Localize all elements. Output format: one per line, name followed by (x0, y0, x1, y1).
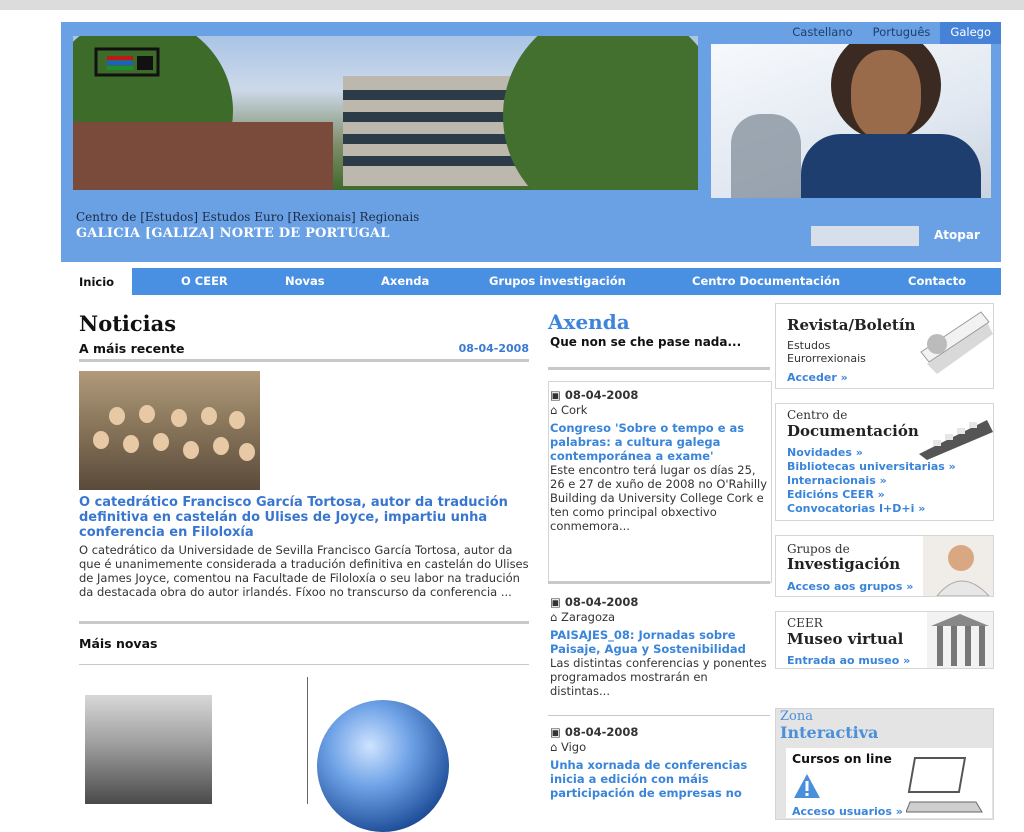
event-title-link[interactable]: PAISAJES_08: Jornadas sobre Paisaje, Agu… (550, 628, 770, 656)
doc-link-bibliotecas[interactable]: Bibliotecas universitarias » (787, 460, 956, 473)
agenda-event-2: ▣ 08-04-2008 ⌂ Zaragoza PAISAJES_08: Jor… (550, 595, 770, 698)
museo-title: Museo virtual (787, 630, 904, 648)
lang-galego[interactable]: Galego (940, 22, 1001, 44)
nav-grupos[interactable]: Grupos investigación (489, 274, 626, 288)
search-input[interactable] (811, 226, 919, 246)
more-news-label: Máis novas (79, 636, 158, 651)
grupos-small: Grupos de (787, 542, 850, 556)
person-photo-icon (923, 536, 993, 596)
event-date: ▣ 08-04-2008 (550, 388, 639, 402)
nav-inicio[interactable]: Inicio (61, 268, 133, 295)
news-subheading-row: A máis recente 08-04-2008 (79, 341, 529, 362)
news-heading: Noticias (79, 311, 177, 336)
revista-link[interactable]: Acceder » (787, 371, 848, 384)
event-title-link[interactable]: Congreso 'Sobre o tempo e as palabras: a… (550, 421, 770, 463)
lang-portugues[interactable]: Português (863, 22, 941, 44)
event-place: ⌂ Cork (550, 403, 588, 417)
ceer-logo[interactable] (93, 46, 168, 78)
event-date: ▣ 08-04-2008 (550, 595, 639, 609)
more-news-heading: Máis novas (79, 621, 529, 665)
event-title-link[interactable]: Unha xornada de conferencias inicia a ed… (550, 758, 770, 800)
site-header: Castellano Português Galego Centro de [E… (61, 22, 1001, 262)
nav-centro-documentacion[interactable]: Centro Documentación (692, 274, 840, 288)
doc-link-internacionais[interactable]: Internacionais » (787, 474, 887, 487)
agenda-subtitle: Que non se che pase nada... (550, 335, 742, 349)
doc-title: Documentación (787, 422, 919, 440)
revista-card[interactable]: Revista/Boletín Estudos Eurorrexionais A… (775, 303, 994, 389)
grupos-title: Investigación (787, 555, 901, 573)
lang-castellano[interactable]: Castellano (782, 22, 862, 44)
nav-novas[interactable]: Novas (285, 274, 325, 288)
content-area: Noticias A máis recente 08-04-2008 O cat… (61, 295, 1001, 832)
zona-small: Zona (780, 709, 813, 724)
org-name-line2: GALICIA [GALIZA] NORTE DE PORTUGAL (76, 226, 390, 241)
agenda-heading: Axenda (548, 310, 630, 334)
grupos-link[interactable]: Acceso aos grupos » (787, 580, 913, 593)
more-news-thumb-globe[interactable] (317, 700, 449, 832)
nav-contacto[interactable]: Contacto (908, 274, 966, 288)
agenda-rule (548, 367, 770, 370)
news-subtitle: A máis recente (79, 341, 185, 356)
divider (307, 677, 308, 804)
museo-small: CEER (787, 616, 823, 630)
doc-link-convocatorias[interactable]: Convocatorias I+D+i » (787, 502, 925, 515)
more-news-thumb-fountain[interactable] (85, 695, 212, 804)
zona-inner: Cursos on line Acceso usuarios » (786, 748, 992, 818)
news-body: O catedrático da Universidade de Sevilla… (79, 543, 529, 599)
agenda-event-3: ▣ 08-04-2008 ⌂ Vigo Unha xornada de conf… (550, 725, 770, 800)
event-date: ▣ 08-04-2008 (550, 725, 639, 739)
event-place: ⌂ Zaragoza (550, 610, 616, 624)
acceso-usuarios-link[interactable]: Acceso usuarios » (792, 805, 903, 818)
news-headline-link[interactable]: O catedrático Francisco García Tortosa, … (79, 495, 534, 540)
book-icon (920, 311, 993, 374)
grupos-card[interactable]: Grupos de Investigación Acceso aos grupo… (775, 535, 994, 597)
org-name-line1: Centro de [Estudos] Estudos Euro [Rexion… (76, 210, 420, 224)
documentacion-card: Centro de Documentación Novidades » Bibl… (775, 403, 994, 521)
doc-link-novidades[interactable]: Novidades » (787, 446, 863, 459)
warning-icon (794, 774, 820, 798)
news-photo[interactable] (79, 371, 260, 490)
zona-title: Interactiva (780, 723, 879, 742)
museo-card[interactable]: CEER Museo virtual Entrada ao museo » (775, 611, 994, 669)
event-place: ⌂ Vigo (550, 740, 587, 754)
nav-o-ceer[interactable]: O CEER (181, 274, 228, 288)
agenda-rule (548, 581, 770, 584)
event-desc: Este encontro terá lugar os días 25, 26 … (550, 463, 768, 533)
keyboard-icon (919, 420, 993, 460)
building-photo (73, 36, 698, 190)
browser-top-strip (0, 0, 1024, 10)
language-switcher: Castellano Português Galego (782, 22, 1001, 44)
laptop-icon (906, 757, 983, 813)
revista-title: Revista/Boletín (787, 316, 916, 334)
page-frame: Castellano Português Galego Centro de [E… (61, 22, 1001, 832)
main-nav: Inicio O CEER Novas Axenda Grupos invest… (61, 268, 1001, 295)
nav-axenda[interactable]: Axenda (381, 274, 429, 288)
columns-icon (927, 612, 993, 668)
agenda-event-1: ▣ 08-04-2008 ⌂ Cork Congreso 'Sobre o te… (550, 388, 770, 533)
search-button[interactable]: Atopar (934, 228, 980, 242)
revista-sub: Estudos Eurorrexionais (787, 339, 866, 365)
museo-link[interactable]: Entrada ao museo » (787, 654, 910, 667)
cursos-online-label: Cursos on line (792, 751, 892, 766)
doc-link-edicions[interactable]: Edicións CEER » (787, 488, 885, 501)
woman-photo (711, 44, 991, 198)
event-desc: Las distintas conferencias y ponentes pr… (550, 656, 767, 698)
agenda-rule (548, 715, 770, 716)
zona-interactiva: Zona Interactiva Cursos on line Acceso u… (775, 708, 994, 820)
doc-small: Centro de (787, 408, 848, 422)
news-date: 08-04-2008 (458, 342, 529, 355)
